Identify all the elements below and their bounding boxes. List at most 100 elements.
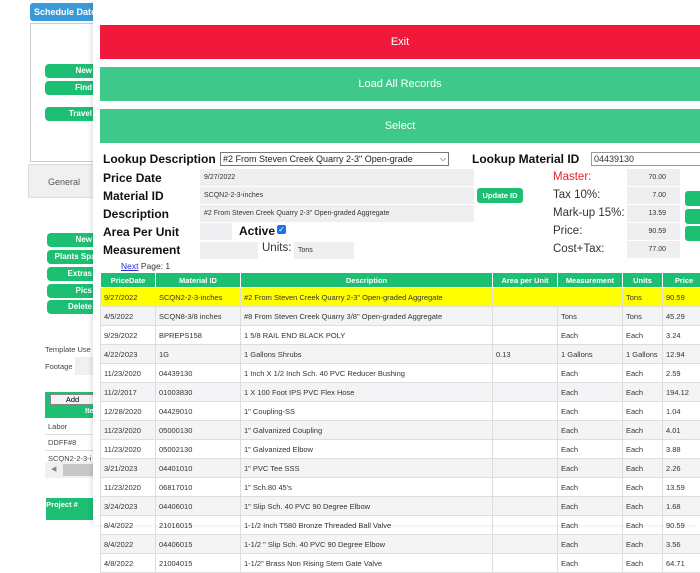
lookup-description-select[interactable]: #2 From Steven Creek Quarry 2-3" Open-gr… (220, 152, 449, 166)
table-row[interactable]: 4/5/2022SCQN8-3/8 inches#8 From Steven C… (101, 307, 700, 326)
table-cell: 1 Gallons (623, 345, 663, 364)
select-button[interactable]: Select (100, 109, 700, 143)
new-button[interactable]: New (45, 64, 100, 78)
table-cell (493, 326, 558, 345)
column-header[interactable]: PriceDate (101, 273, 156, 288)
table-row[interactable]: 11/23/2020044391301 Inch X 1/2 Inch Sch.… (101, 364, 700, 383)
table-row[interactable]: 11/2/2017010038301 X 100 Foot IPS PVC Fl… (101, 383, 700, 402)
table-cell: 1G (156, 345, 241, 364)
table-cell (493, 554, 558, 573)
table-cell: 45.29 (663, 307, 700, 326)
table-cell: 11/23/2020 (101, 440, 156, 459)
table-cell (493, 516, 558, 535)
table-cell: 64.71 (663, 554, 700, 573)
table-cell: Each (558, 383, 623, 402)
units-input[interactable]: Tons (294, 242, 354, 259)
table-cell (493, 478, 558, 497)
template-use-label: Template Use (45, 345, 91, 354)
column-header[interactable]: Material ID (156, 273, 241, 288)
table-cell: 1 Inch X 1/2 Inch Sch. 40 PVC Reducer Bu… (241, 364, 493, 383)
area-per-unit-label: Area Per Unit (103, 225, 179, 239)
table-cell: Tons (623, 307, 663, 326)
table-row[interactable]: 8/4/2022210160151-1/2 Inch T580 Bronze T… (101, 516, 700, 535)
table-cell: Tons (623, 288, 663, 307)
table-cell: #8 From Steven Creek Quarry 3/8" Open-gr… (241, 307, 493, 326)
table-cell: 4/5/2022 (101, 307, 156, 326)
table-row[interactable]: 4/8/2022210040151-1/2" Brass Non Rising … (101, 554, 700, 573)
table-row[interactable]: 4/22/20231G1 Gallons Shrubs0.131 Gallons… (101, 345, 700, 364)
table-cell: Each (623, 440, 663, 459)
column-header[interactable]: Price (663, 273, 700, 288)
price-date-label: Price Date (103, 171, 162, 185)
table-cell (493, 421, 558, 440)
column-header[interactable]: Area per Unit (493, 273, 558, 288)
table-cell (493, 497, 558, 516)
table-row[interactable]: 11/23/2020050021301" Galvanized ElbowEac… (101, 440, 700, 459)
schedule-date-button[interactable]: Schedule Date (30, 3, 100, 21)
table-row[interactable]: 11/23/2020050001301" Galvanized Coupling… (101, 421, 700, 440)
table-cell: Each (623, 459, 663, 478)
table-cell: Each (623, 364, 663, 383)
measurement-input[interactable] (200, 242, 258, 259)
table-cell: 8/4/2022 (101, 535, 156, 554)
lookup-material-id-input[interactable]: 04439130 (591, 152, 700, 166)
find-button[interactable]: Find (45, 81, 100, 95)
table-cell: Each (558, 402, 623, 421)
side-action-button[interactable] (685, 226, 700, 241)
table-cell: 90.59 (663, 516, 700, 535)
table-cell: 0.13 (493, 345, 558, 364)
item-row[interactable]: DDFF#8 (45, 435, 100, 451)
table-cell: Each (623, 326, 663, 345)
table-cell: Each (558, 364, 623, 383)
table-cell: Each (558, 440, 623, 459)
lookup-description-value: #2 From Steven Creek Quarry 2-3" Open-gr… (223, 154, 413, 164)
master-label: Master: (553, 171, 591, 183)
table-row[interactable]: 8/4/2022044060151-1/2 " Slip Sch. 40 PVC… (101, 535, 700, 554)
material-id-input[interactable]: SCQN2-2-3-inches (200, 187, 474, 204)
table-cell: Each (623, 497, 663, 516)
table-row[interactable]: 11/23/2020068170101" Sch.80 45'sEachEach… (101, 478, 700, 497)
horizontal-scrollbar[interactable]: ◀ (45, 462, 100, 478)
table-cell: 3.24 (663, 326, 700, 345)
table-cell: 1 X 100 Foot IPS PVC Flex Hose (241, 383, 493, 402)
area-per-unit-input[interactable] (200, 223, 232, 240)
table-row[interactable]: 3/21/2023044010101" PVC Tee SSSEachEach2… (101, 459, 700, 478)
scroll-left-icon[interactable]: ◀ (51, 465, 56, 473)
active-label: Active (239, 224, 275, 238)
table-cell: Each (558, 554, 623, 573)
table-row[interactable]: 9/27/2022SCQN2-2-3-inches#2 From Steven … (101, 288, 700, 307)
table-cell (493, 440, 558, 459)
materials-table: PriceDateMaterial IDDescriptionArea per … (100, 272, 700, 573)
next-page-link[interactable]: Next (121, 261, 138, 271)
description-label: Description (103, 207, 169, 221)
table-row[interactable]: 12/28/2020044290101" Coupling-SSEachEach… (101, 402, 700, 421)
table-row[interactable]: 3/24/2023044060101" Slip Sch. 40 PVC 90 … (101, 497, 700, 516)
add-item-button[interactable]: Add (50, 394, 95, 405)
update-id-button[interactable]: Update ID (477, 188, 523, 203)
table-cell: SCQN8-3/8 inches (156, 307, 241, 326)
tab-general[interactable]: General (28, 164, 100, 198)
table-cell: 3.56 (663, 535, 700, 554)
table-row[interactable]: 9/29/2022BPREPS1581 5/8 RAIL END BLACK P… (101, 326, 700, 345)
price-date-input[interactable]: 9/27/2022 (200, 169, 474, 186)
table-cell: 05002130 (156, 440, 241, 459)
load-all-records-button[interactable]: Load All Records (100, 67, 700, 101)
exit-button[interactable]: Exit (100, 25, 700, 59)
table-cell: 04429010 (156, 402, 241, 421)
table-cell: 2.59 (663, 364, 700, 383)
item-row[interactable]: Labor (45, 419, 100, 435)
side-action-button[interactable] (685, 191, 700, 206)
description-input[interactable]: #2 From Steven Creek Quarry 2-3" Open-gr… (200, 205, 474, 222)
project-number-label: Project # (46, 498, 78, 509)
column-header[interactable]: Measurement (558, 273, 623, 288)
column-header[interactable]: Units (623, 273, 663, 288)
table-cell (493, 288, 558, 307)
table-cell: 13.59 (663, 478, 700, 497)
side-action-button[interactable] (685, 209, 700, 224)
lookup-description-label: Lookup Description (103, 152, 216, 166)
active-checkbox[interactable]: ✓ (277, 225, 286, 234)
column-header[interactable]: Description (241, 273, 493, 288)
table-cell: Tons (558, 307, 623, 326)
travel-button[interactable]: Travel (45, 107, 100, 121)
table-cell: 06817010 (156, 478, 241, 497)
